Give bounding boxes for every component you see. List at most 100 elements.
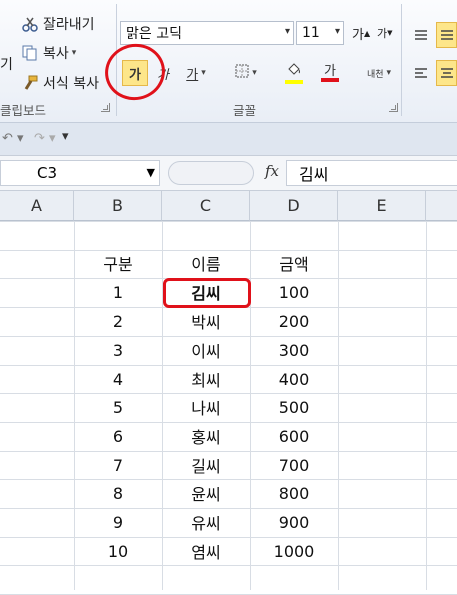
shrink-font-glyph: 가: [377, 27, 388, 40]
phonetic-button[interactable]: 내천 ▾: [360, 60, 398, 86]
font-group-label: 글꼴: [233, 103, 257, 118]
clipboard-launcher-icon[interactable]: [101, 103, 110, 112]
font-color-button[interactable]: 가: [314, 60, 346, 86]
header-cell-name[interactable]: 이름: [162, 249, 250, 277]
align-center-button[interactable]: [436, 60, 457, 86]
paint-bucket-icon: [286, 62, 302, 80]
highlight-color-bar: [285, 79, 303, 84]
format-painter-label: 서식 복사: [43, 76, 99, 92]
name-box[interactable]: C3 ▼: [0, 160, 160, 186]
grow-font-button[interactable]: 가 ▲: [352, 24, 370, 43]
ribbon: 기 잘라내기 복사 ▾ 서식 복사 클립보드 맑은 고딕 ▾ 11 ▾ 가 ▲ 가…: [0, 0, 457, 123]
font-color-glyph: 가: [324, 63, 336, 79]
phonetic-glyph: 내천: [366, 69, 384, 80]
column-header-b[interactable]: B: [74, 191, 162, 221]
row-cell-number[interactable]: 7: [74, 451, 162, 479]
chevron-down-icon[interactable]: ▾: [252, 68, 257, 78]
cut-button[interactable]: 잘라내기: [22, 14, 95, 34]
column-header-e[interactable]: E: [338, 191, 426, 221]
name-box-value: C3: [37, 164, 58, 182]
row-cell-name[interactable]: 윤씨: [162, 479, 250, 507]
chevron-down-icon[interactable]: ▾: [201, 68, 206, 78]
redo-icon[interactable]: ↷ ▾: [34, 131, 56, 146]
row-cell-name[interactable]: 박씨: [162, 307, 250, 335]
grow-font-glyph: 가: [352, 28, 364, 43]
align-lines-icon: [440, 30, 453, 40]
row-cell-amount[interactable]: 300: [250, 336, 338, 364]
insert-function-icon[interactable]: fx: [265, 162, 279, 180]
gridline: [426, 221, 427, 590]
row-cell-name[interactable]: 길씨: [162, 451, 250, 479]
row-cell-number[interactable]: 1: [74, 278, 162, 306]
row-cell-amount[interactable]: 400: [250, 365, 338, 393]
copy-button[interactable]: 복사 ▾: [22, 43, 76, 63]
align-left-button[interactable]: [412, 60, 430, 86]
row-cell-name[interactable]: 최씨: [162, 365, 250, 393]
row-cell-number[interactable]: 6: [74, 422, 162, 450]
border-icon: [235, 64, 249, 82]
font-launcher-icon[interactable]: [389, 103, 398, 112]
row-cell-amount[interactable]: 500: [250, 393, 338, 421]
group-divider: [401, 4, 402, 116]
annotation-circle: [99, 38, 171, 106]
formula-value: 김씨: [299, 165, 329, 184]
row-cell-number[interactable]: 3: [74, 336, 162, 364]
border-button[interactable]: ▾: [230, 60, 262, 86]
chevron-down-icon[interactable]: ▾: [285, 26, 290, 37]
row-cell-amount[interactable]: 700: [250, 451, 338, 479]
gridline: [0, 565, 457, 566]
cut-label: 잘라내기: [43, 17, 95, 33]
font-size-select[interactable]: 11 ▾: [296, 21, 344, 45]
row-cell-name[interactable]: 염씨: [162, 537, 250, 565]
undo-icon[interactable]: ↶ ▾: [2, 131, 24, 146]
header-cell-amount[interactable]: 금액: [250, 249, 338, 277]
formula-input[interactable]: 김씨: [286, 160, 457, 186]
scissors-icon: [22, 16, 38, 32]
underline-button[interactable]: 가 ▾: [178, 60, 214, 86]
align-center-icon: [440, 68, 453, 78]
row-cell-amount[interactable]: 800: [250, 479, 338, 507]
row-cell-number[interactable]: 5: [74, 393, 162, 421]
column-header-f[interactable]: [426, 191, 457, 221]
row-cell-amount[interactable]: 200: [250, 307, 338, 335]
chevron-down-icon[interactable]: ▾: [387, 68, 392, 78]
row-cell-number[interactable]: 4: [74, 365, 162, 393]
row-cell-number[interactable]: 10: [74, 537, 162, 565]
column-header-d[interactable]: D: [250, 191, 338, 221]
ribbon-edge-label: 기: [0, 57, 13, 73]
quick-access-toolbar: ↶ ▾ ↷ ▾ ▾: [0, 123, 457, 156]
row-cell-amount[interactable]: 900: [250, 508, 338, 536]
customize-icon[interactable]: ▾: [62, 129, 69, 144]
align-middle-button[interactable]: [436, 22, 457, 48]
shrink-font-button[interactable]: 가 ▼: [377, 25, 393, 41]
copy-label: 복사: [43, 46, 69, 62]
fill-color-button[interactable]: [276, 60, 312, 86]
align-lines-icon: [415, 30, 427, 40]
row-cell-amount[interactable]: 1000: [250, 537, 338, 565]
formula-splitter[interactable]: [168, 161, 254, 185]
chevron-down-icon[interactable]: ▼: [147, 166, 155, 179]
row-cell-name[interactable]: 이씨: [162, 336, 250, 364]
gridline: [338, 221, 339, 590]
paintbrush-icon: [22, 75, 38, 91]
align-top-button[interactable]: [412, 22, 430, 48]
row-cell-name[interactable]: 나씨: [162, 393, 250, 421]
row-cell-number[interactable]: 2: [74, 307, 162, 335]
row-cell-amount[interactable]: 600: [250, 422, 338, 450]
row-cell-name[interactable]: 홍씨: [162, 422, 250, 450]
row-cell-number[interactable]: 8: [74, 479, 162, 507]
font-name-select[interactable]: 맑은 고딕 ▾: [120, 21, 294, 45]
chevron-down-icon[interactable]: ▾: [72, 48, 77, 58]
font-size-value: 11: [302, 25, 320, 41]
row-cell-amount[interactable]: 100: [250, 278, 338, 306]
gridline: [0, 221, 457, 222]
column-header-c[interactable]: C: [162, 191, 250, 221]
row-cell-number[interactable]: 9: [74, 508, 162, 536]
format-painter-button[interactable]: 서식 복사: [22, 73, 99, 93]
clipboard-group-label: 클립보드: [0, 103, 47, 118]
column-header-a[interactable]: A: [0, 191, 74, 221]
header-cell-category[interactable]: 구분: [74, 249, 162, 277]
copy-icon: [22, 45, 38, 61]
chevron-down-icon[interactable]: ▾: [335, 26, 340, 37]
row-cell-name[interactable]: 유씨: [162, 508, 250, 536]
